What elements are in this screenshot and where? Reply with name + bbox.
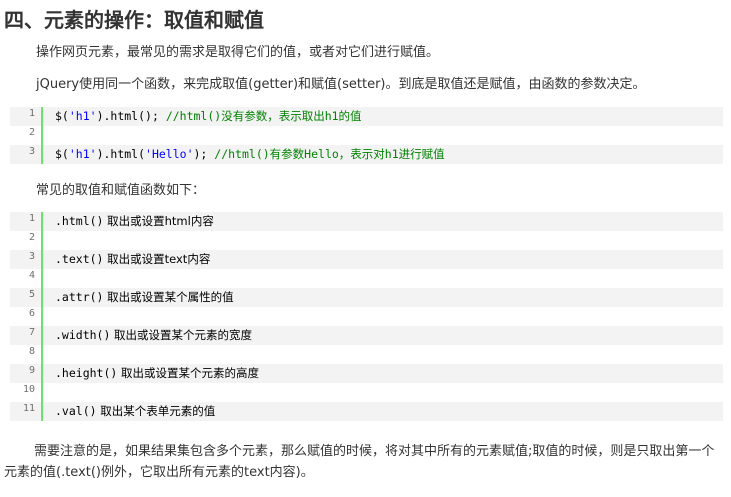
code-string: 'h1' [68, 109, 97, 123]
code-string: 'Hello' [145, 147, 194, 161]
code-line: 7 .width() 取出或设置某个元素的宽度 [10, 326, 723, 345]
line-number: 3 [28, 146, 35, 157]
code-line: 4 [10, 269, 723, 288]
line-number: 2 [28, 232, 35, 243]
jquery-paragraph: jQuery使用同一个函数，来完成取值(getter)和赋值(setter)。到… [36, 77, 646, 92]
line-number: 9 [28, 365, 35, 376]
line-number: 5 [28, 289, 35, 300]
article-page: 四、元素的操作：取值和赋值 操作网页元素，最常见的需求是取得它们的值，或者对它们… [0, 0, 731, 497]
section-heading: 四、元素的操作：取值和赋值 [4, 8, 264, 32]
code-block-getter-setter: 1 $('h1').html(); //html()没有参数，表示取出h1的值 … [10, 107, 723, 164]
line-number: 7 [28, 327, 35, 338]
code-string: 'h1' [68, 147, 97, 161]
code-line: 6 [10, 307, 723, 326]
intro-paragraph: 操作网页元素，最常见的需求是取得它们的值，或者对它们进行赋值。 [36, 45, 440, 60]
line-number: 8 [28, 346, 35, 357]
code-line: 11 .val() 取出某个表单元素的值 [10, 402, 723, 421]
line-number: 1 [28, 108, 35, 119]
code-line: 3 $('h1').html('Hello'); //html()有参数Hell… [10, 145, 723, 164]
line-number: 10 [22, 384, 35, 395]
code-comment: //html()没有参数，表示取出h1的值 [165, 109, 362, 123]
code-line: 2 [10, 231, 723, 250]
code-line: 1 $('h1').html(); //html()没有参数，表示取出h1的值 [10, 107, 723, 126]
code-block-functions: 1 .html() 取出或设置html内容 2 3 .text() 取出或设置t… [10, 212, 723, 421]
code-line: 2 [10, 126, 723, 145]
code-line: 3 .text() 取出或设置text内容 [10, 250, 723, 269]
code-line: 5 .attr() 取出或设置某个属性的值 [10, 288, 723, 307]
line-number: 6 [28, 308, 35, 319]
line-number: 1 [28, 213, 35, 224]
code-line: 9 .height() 取出或设置某个元素的高度 [10, 364, 723, 383]
code-comment: //html()有参数Hello，表示对h1进行赋值 [214, 147, 445, 161]
line-number: 3 [28, 251, 35, 262]
code-line: 1 .html() 取出或设置html内容 [10, 212, 723, 231]
line-number: 4 [28, 270, 35, 281]
code-line: 10 [10, 383, 723, 402]
code-line: 8 [10, 345, 723, 364]
line-number: 11 [22, 403, 35, 414]
note-paragraph: 需要注意的是，如果结果集包含多个元素，那么赋值的时候，将对其中所有的元素赋值;取… [4, 444, 715, 480]
line-number: 2 [28, 127, 35, 138]
common-functions-paragraph: 常见的取值和赋值函数如下： [36, 183, 206, 198]
